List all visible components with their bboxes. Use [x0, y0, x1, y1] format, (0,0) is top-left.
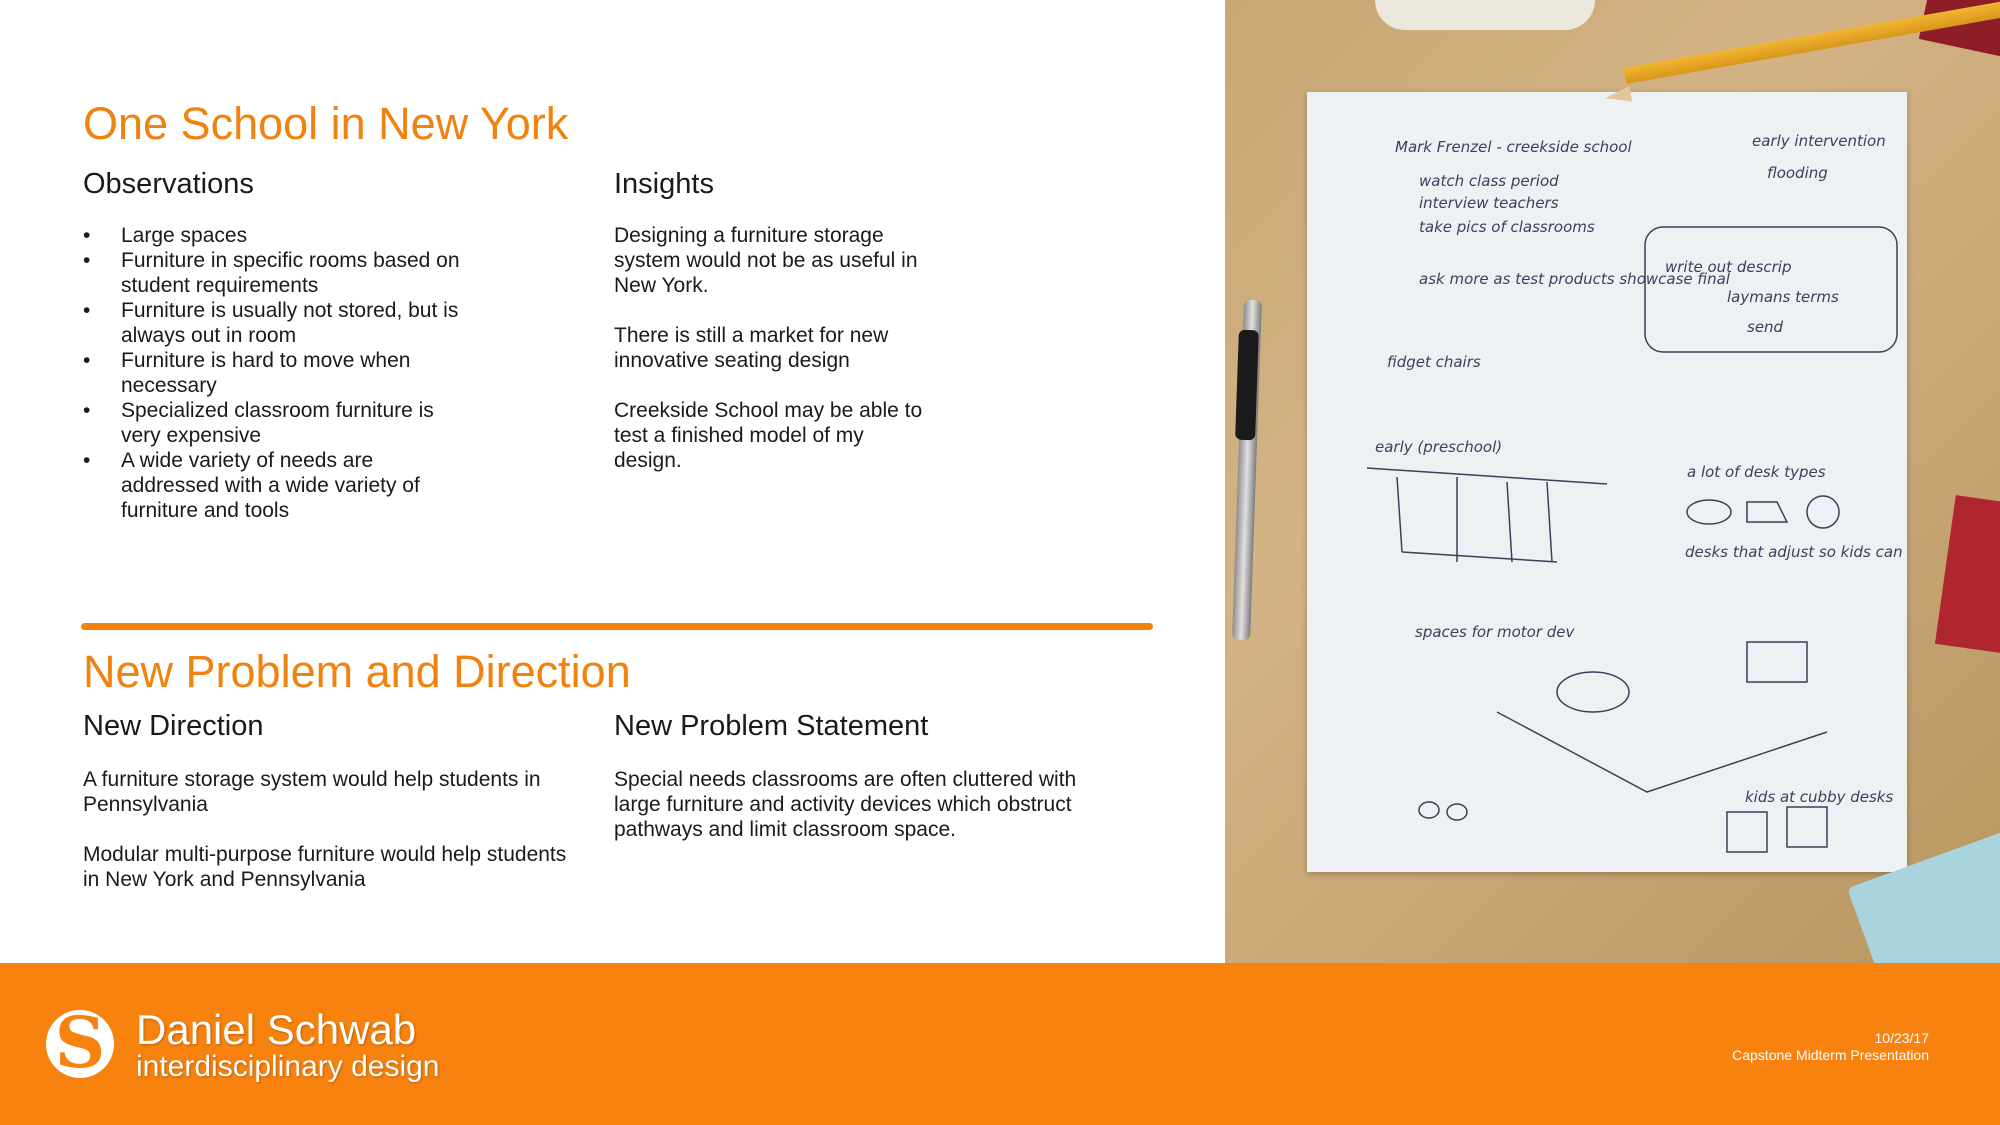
insight-paragraph: There is still a market for new innovati… [614, 324, 889, 372]
direction-paragraph: Modular multi-purpose furniture would he… [83, 843, 567, 891]
direction-paragraph: A furniture storage system would help st… [83, 768, 541, 816]
sketch-note: flooding [1767, 164, 1828, 182]
observation-item: Furniture is hard to move when necessary [83, 348, 473, 398]
slide: One School in New York Observations Larg… [0, 0, 2000, 1125]
sketch-note: spaces for motor dev [1415, 623, 1576, 641]
observation-item: Specialized classroom furniture is very … [83, 398, 473, 448]
presentation-date: 10/23/17 [1874, 1030, 1930, 1046]
insight-paragraph: Creekside School may be able to test a f… [614, 399, 923, 472]
section-title-one-school: One School in New York [83, 98, 569, 149]
footer-info: 10/23/17 Capstone Midterm Presentation [1732, 1030, 1929, 1064]
logo-icon: S [54, 1001, 106, 1084]
new-direction-text: A furniture storage system would help st… [83, 767, 583, 917]
sketch-note: early (preschool) [1375, 438, 1502, 456]
section-divider [81, 623, 1153, 630]
sketch-note: watch class period [1419, 172, 1559, 190]
sketch-drawing: Mark Frenzel - creekside school watch cl… [1366, 132, 1907, 853]
presentation-event: Capstone Midterm Presentation [1732, 1047, 1929, 1063]
new-problem-heading: New Problem Statement [614, 710, 929, 742]
sketch-note: Mark Frenzel - creekside school [1395, 138, 1632, 156]
observation-item: Large spaces [83, 223, 473, 248]
sketch-note: a lot of desk types [1687, 463, 1826, 481]
insight-paragraph: Designing a furniture storage system wou… [614, 224, 918, 297]
red-object [1934, 495, 2000, 655]
sketch-note: laymans terms [1727, 288, 1839, 306]
observation-item: Furniture in specific rooms based on stu… [83, 248, 473, 298]
pen-grip [1235, 329, 1259, 441]
sketch-note: fidget chairs [1387, 353, 1481, 371]
author-tagline: interdisciplinary design [136, 1050, 440, 1083]
problem-paragraph: Special needs classrooms are often clutt… [614, 768, 1077, 841]
author-name: Daniel Schwab [136, 1006, 417, 1053]
sketch-photo: Mark Frenzel - creekside school watch cl… [1225, 0, 2000, 963]
observation-item: A wide variety of needs are addressed wi… [83, 448, 473, 523]
sketch-note: interview teachers [1419, 194, 1559, 212]
sketch-note: early intervention [1752, 132, 1886, 150]
cloth-scrap [1375, 0, 1595, 30]
insights-text: Designing a furniture storage system wou… [614, 223, 934, 498]
sketch-note: kids at cubby desks [1745, 788, 1893, 806]
sketch-note: take pics of classrooms [1419, 218, 1595, 236]
observations-list: Large spaces Furniture in specific rooms… [83, 223, 473, 523]
sketch-note: ask more as test products showcase final [1419, 270, 1731, 288]
new-direction-heading: New Direction [83, 710, 264, 742]
observations-heading: Observations [83, 168, 254, 200]
insights-heading: Insights [614, 168, 714, 200]
section-title-new-problem: New Problem and Direction [83, 646, 631, 697]
sketch-note: send [1747, 318, 1784, 336]
sketch-note: desks that adjust so kids can stand [1685, 543, 1907, 561]
new-problem-text: Special needs classrooms are often clutt… [614, 767, 1114, 867]
observation-item: Furniture is usually not stored, but is … [83, 298, 473, 348]
